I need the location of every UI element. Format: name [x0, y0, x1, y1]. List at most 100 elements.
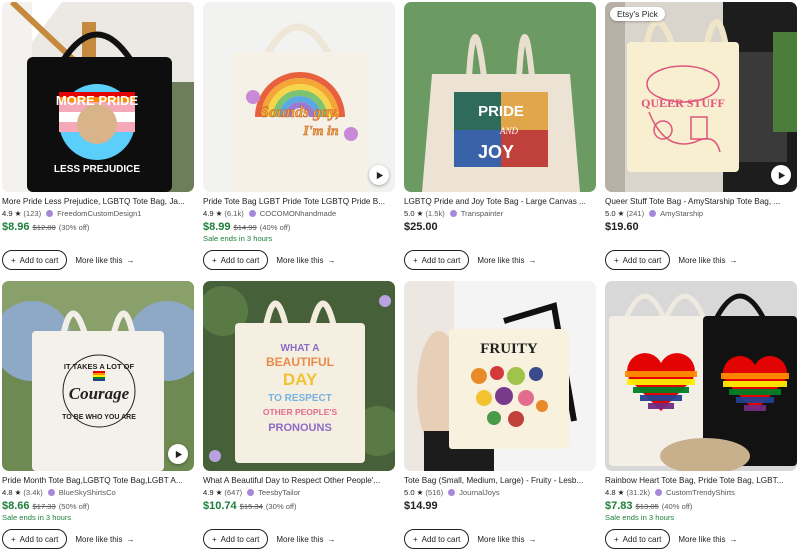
- svg-text:Courage: Courage: [69, 384, 130, 403]
- sale-price: $7.83: [605, 500, 633, 512]
- price-row: $19.60: [605, 221, 797, 233]
- arrow-right-icon: →: [126, 255, 135, 265]
- listing-card[interactable]: IT TAKES A LOT OF Courage TO BE WHO YOU …: [2, 281, 194, 549]
- listing-title[interactable]: More Pride Less Prejudice, LGBTQ Tote Ba…: [2, 196, 194, 207]
- more-like-this-link[interactable]: More like this →: [276, 535, 335, 544]
- svg-text:DAY: DAY: [283, 370, 318, 389]
- card-actions: + Add to cart More like this →: [2, 250, 134, 270]
- add-to-cart-button[interactable]: + Add to cart: [605, 250, 671, 270]
- shop-name[interactable]: BlueSkyShirtsCo: [59, 487, 116, 498]
- add-to-cart-label: Add to cart: [421, 534, 461, 544]
- product-image[interactable]: PRIDE AND JOY: [404, 2, 596, 192]
- add-to-cart-button[interactable]: + Add to cart: [203, 250, 269, 270]
- listing-card[interactable]: Rainbow Heart Tote Bag, Pride Tote Bag, …: [605, 281, 797, 549]
- more-like-this-link[interactable]: More like this →: [75, 535, 134, 544]
- sale-price: $10.74: [203, 500, 237, 512]
- svg-text:BEAUTIFUL: BEAUTIFUL: [266, 355, 334, 369]
- star-seller-badge-icon: [47, 489, 55, 496]
- more-like-this-label: More like this: [678, 255, 726, 265]
- price-row: $7.83 $13.05 (40% off): [605, 500, 797, 512]
- more-like-this-link[interactable]: More like this →: [75, 256, 134, 265]
- more-like-this-label: More like this: [477, 534, 525, 544]
- rating-value: 4.8: [2, 488, 13, 497]
- more-like-this-link[interactable]: More like this →: [678, 256, 737, 265]
- rating-value: 5.0: [404, 209, 415, 218]
- listing-title[interactable]: Tote Bag (Small, Medium, Large) - Fruity…: [404, 475, 596, 486]
- more-like-this-link[interactable]: More like this →: [477, 535, 536, 544]
- shop-name[interactable]: COCOMONhandmade: [260, 208, 336, 219]
- listing-title[interactable]: Rainbow Heart Tote Bag, Pride Tote Bag, …: [605, 475, 797, 486]
- review-count: (1.5k): [425, 209, 445, 218]
- add-to-cart-button[interactable]: + Add to cart: [2, 250, 68, 270]
- plus-icon: +: [614, 534, 619, 544]
- arrow-right-icon: →: [528, 534, 537, 544]
- listing-card[interactable]: QUEER STUFF Etsy's Pick Queer Stuff Tote…: [605, 2, 797, 270]
- play-video-button[interactable]: [771, 165, 791, 185]
- listing-card[interactable]: WHAT A BEAUTIFUL DAY TO RESPECT OTHER PE…: [203, 281, 395, 549]
- star-seller-badge-icon: [448, 489, 456, 496]
- add-to-cart-button[interactable]: + Add to cart: [605, 529, 671, 549]
- product-image[interactable]: FRUITY: [404, 281, 596, 471]
- price-row: $8.66 $17.33 (50% off): [2, 500, 194, 512]
- add-to-cart-button[interactable]: + Add to cart: [203, 529, 269, 549]
- add-to-cart-button[interactable]: + Add to cart: [2, 529, 68, 549]
- listing-card[interactable]: FRUITY Tote Bag (Small, Medium, Large) -…: [404, 281, 596, 549]
- listing-title[interactable]: Pride Month Tote Bag,LGBTQ Tote Bag,LGBT…: [2, 475, 194, 486]
- product-image[interactable]: IT TAKES A LOT OF Courage TO BE WHO YOU …: [2, 281, 194, 471]
- add-to-cart-label: Add to cart: [19, 255, 59, 265]
- shop-name[interactable]: JournalJoys: [459, 487, 500, 498]
- product-image[interactable]: QUEER STUFF Etsy's Pick: [605, 2, 797, 192]
- product-image[interactable]: MORE PRIDE LESS PREJUDICE: [2, 2, 194, 192]
- price: $19.60: [605, 221, 639, 233]
- svg-text:PRIDE: PRIDE: [478, 103, 524, 120]
- shop-name[interactable]: TeesbyTailor: [258, 487, 300, 498]
- listing-title[interactable]: Queer Stuff Tote Bag - AmyStarship Tote …: [605, 196, 797, 207]
- svg-text:WHAT A: WHAT A: [281, 343, 320, 354]
- product-image[interactable]: Sounds gay, I'm in: [203, 2, 395, 192]
- discount-percent: (30% off): [265, 502, 297, 511]
- add-to-cart-label: Add to cart: [220, 534, 260, 544]
- rating-row: 4.9 ★ (6.1k) COCOMONhandmade: [203, 208, 395, 219]
- play-video-button[interactable]: [168, 444, 188, 464]
- review-count: (647): [224, 488, 243, 497]
- discount-percent: (50% off): [58, 502, 90, 511]
- listing-title[interactable]: Pride Tote Bag LGBT Pride Tote LGBTQ Pri…: [203, 196, 395, 207]
- product-image[interactable]: WHAT A BEAUTIFUL DAY TO RESPECT OTHER PE…: [203, 281, 395, 471]
- add-to-cart-label: Add to cart: [220, 255, 260, 265]
- original-price: $14.99: [233, 223, 257, 232]
- tote-bag-image: FRUITY: [404, 281, 596, 471]
- listing-card[interactable]: MORE PRIDE LESS PREJUDICE More Pride Les…: [2, 2, 194, 270]
- original-price: $13.05: [635, 502, 659, 511]
- star-icon: ★: [617, 488, 625, 497]
- svg-text:Sounds gay,: Sounds gay,: [260, 104, 339, 121]
- rating-value: 5.0: [605, 209, 616, 218]
- add-to-cart-button[interactable]: + Add to cart: [404, 529, 470, 549]
- listing-title[interactable]: LGBTQ Pride and Joy Tote Bag - Large Can…: [404, 196, 596, 207]
- svg-text:AND: AND: [499, 126, 519, 136]
- more-like-this-link[interactable]: More like this →: [678, 535, 737, 544]
- star-seller-badge-icon: [649, 210, 657, 217]
- shop-name[interactable]: CustomTrendyShirts: [666, 487, 735, 498]
- play-icon: [778, 171, 785, 179]
- shop-name[interactable]: Transpainter: [461, 208, 503, 219]
- star-icon: ★: [215, 488, 223, 497]
- more-like-this-label: More like this: [75, 255, 123, 265]
- arrow-right-icon: →: [729, 534, 738, 544]
- more-like-this-link[interactable]: More like this →: [276, 256, 335, 265]
- product-image[interactable]: [605, 281, 797, 471]
- play-video-button[interactable]: [369, 165, 389, 185]
- listing-card[interactable]: PRIDE AND JOY LGBTQ Pride and Joy Tote B…: [404, 2, 596, 270]
- listing-title[interactable]: What A Beautiful Day to Respect Other Pe…: [203, 475, 395, 486]
- rating-value: 4.9: [203, 209, 214, 218]
- price-row: $10.74 $15.34 (30% off): [203, 500, 395, 512]
- review-count: (516): [425, 488, 444, 497]
- add-to-cart-button[interactable]: + Add to cart: [404, 250, 470, 270]
- tote-bag-image: IT TAKES A LOT OF Courage TO BE WHO YOU …: [2, 281, 194, 471]
- shop-name[interactable]: FreedomCustomDesign1: [57, 208, 141, 219]
- price-row: $8.96 $12.80 (30% off): [2, 221, 194, 233]
- shop-name[interactable]: AmyStarship: [660, 208, 703, 219]
- listing-card[interactable]: Sounds gay, I'm in Pride Tote Bag LGBT P…: [203, 2, 395, 270]
- plus-icon: +: [212, 255, 217, 265]
- svg-text:TO BE WHO YOU ARE: TO BE WHO YOU ARE: [62, 414, 136, 421]
- more-like-this-link[interactable]: More like this →: [477, 256, 536, 265]
